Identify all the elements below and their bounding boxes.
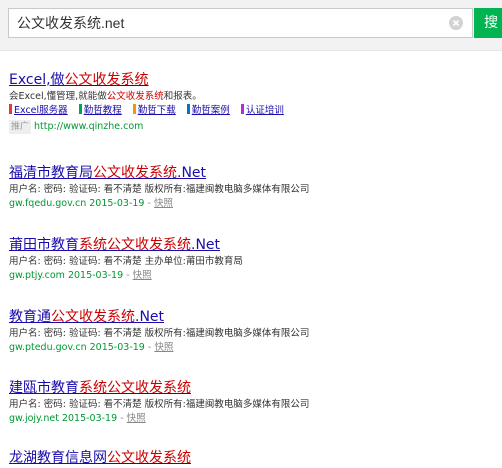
snapshot-link[interactable]: 快照 — [154, 342, 173, 353]
color-bar — [186, 104, 190, 114]
search-button[interactable]: 搜 — [474, 8, 502, 38]
color-bar — [9, 104, 12, 114]
clear-icon[interactable] — [449, 16, 463, 30]
color-bar — [132, 104, 136, 114]
result-description: 会Excel,懂管理,就能做公文收发系统和报表。 — [9, 91, 202, 102]
result-description: 用户名: 密码: 验证码: 看不清楚 主办单位:莆田市教育局 — [9, 256, 243, 267]
result-description: 用户名: 密码: 验证码: 看不清楚 版权所有:福建闽教电脑多媒体有限公司 — [9, 184, 310, 195]
search-input[interactable] — [9, 9, 437, 37]
snapshot-link[interactable]: 快照 — [154, 198, 173, 209]
result-meta: gw.fqedu.gov.cn 2015-03-19 - 快照 — [9, 198, 173, 209]
color-bar — [78, 104, 82, 114]
search-result: 教育通公文收发系统.Net 用户名: 密码: 验证码: 看不清楚 版权所有:福建… — [9, 307, 499, 355]
ad-result: Excel,做公文收发系统 会Excel,懂管理,就能做公文收发系统和报表。 E… — [9, 70, 499, 134]
sitelink-tutorial[interactable]: 勤哲教程 — [78, 104, 122, 116]
sitelink-cases[interactable]: 勤哲案例 — [186, 104, 230, 116]
result-title[interactable]: 龙湖教育信息网公文收发系统 — [9, 448, 499, 468]
sitelink-training[interactable]: 认证培训 — [240, 104, 284, 116]
result-url: gw.fqedu.gov.cn 2015-03-19 — [9, 198, 145, 209]
result-title[interactable]: 建瓯市教育系统公文收发系统 — [9, 378, 499, 398]
result-title[interactable]: Excel,做公文收发系统 — [9, 70, 499, 90]
result-url: gw.jojy.net 2015-03-19 — [9, 413, 118, 424]
result-title[interactable]: 莆田市教育系统公文收发系统.Net — [9, 235, 499, 255]
ad-badge: 推广 — [9, 120, 32, 134]
sitelink-excel-server[interactable]: Excel服务器 — [9, 104, 68, 116]
result-meta: gw.ptedu.gov.cn 2015-03-19 - 快照 — [9, 342, 174, 353]
result-url[interactable]: http://www.qinzhe.com — [34, 121, 143, 132]
sitelinks: Excel服务器 勤哲教程 勤哲下载 勤哲案例 认证培训 — [9, 104, 499, 120]
result-title[interactable]: 福清市教育局公文收发系统.Net — [9, 163, 499, 183]
search-result: 莆田市教育系统公文收发系统.Net 用户名: 密码: 验证码: 看不清楚 主办单… — [9, 235, 499, 283]
result-meta: gw.ptjy.com 2015-03-19 - 快照 — [9, 270, 152, 281]
result-url: gw.ptjy.com 2015-03-19 — [9, 270, 124, 281]
search-result: 龙湖教育信息网公文收发系统 — [9, 448, 499, 468]
result-url: gw.ptedu.gov.cn 2015-03-19 — [9, 342, 145, 353]
result-description: 用户名: 密码: 验证码: 看不清楚 版权所有:福建闽教电脑多媒体有限公司 — [9, 328, 310, 339]
search-box — [8, 8, 473, 38]
snapshot-link[interactable]: 快照 — [133, 270, 152, 281]
result-title[interactable]: 教育通公文收发系统.Net — [9, 307, 499, 327]
result-meta: gw.jojy.net 2015-03-19 - 快照 — [9, 413, 146, 424]
search-bar: 搜 — [0, 0, 502, 51]
snapshot-link[interactable]: 快照 — [127, 413, 146, 424]
color-bar — [240, 104, 244, 114]
search-result: 福清市教育局公文收发系统.Net 用户名: 密码: 验证码: 看不清楚 版权所有… — [9, 163, 499, 211]
result-description: 用户名: 密码: 验证码: 看不清楚 版权所有:福建闽教电脑多媒体有限公司 — [9, 399, 310, 410]
ad-url-line: 推广 http://www.qinzhe.com — [9, 120, 499, 134]
sitelink-download[interactable]: 勤哲下载 — [132, 104, 176, 116]
search-result: 建瓯市教育系统公文收发系统 用户名: 密码: 验证码: 看不清楚 版权所有:福建… — [9, 378, 499, 426]
